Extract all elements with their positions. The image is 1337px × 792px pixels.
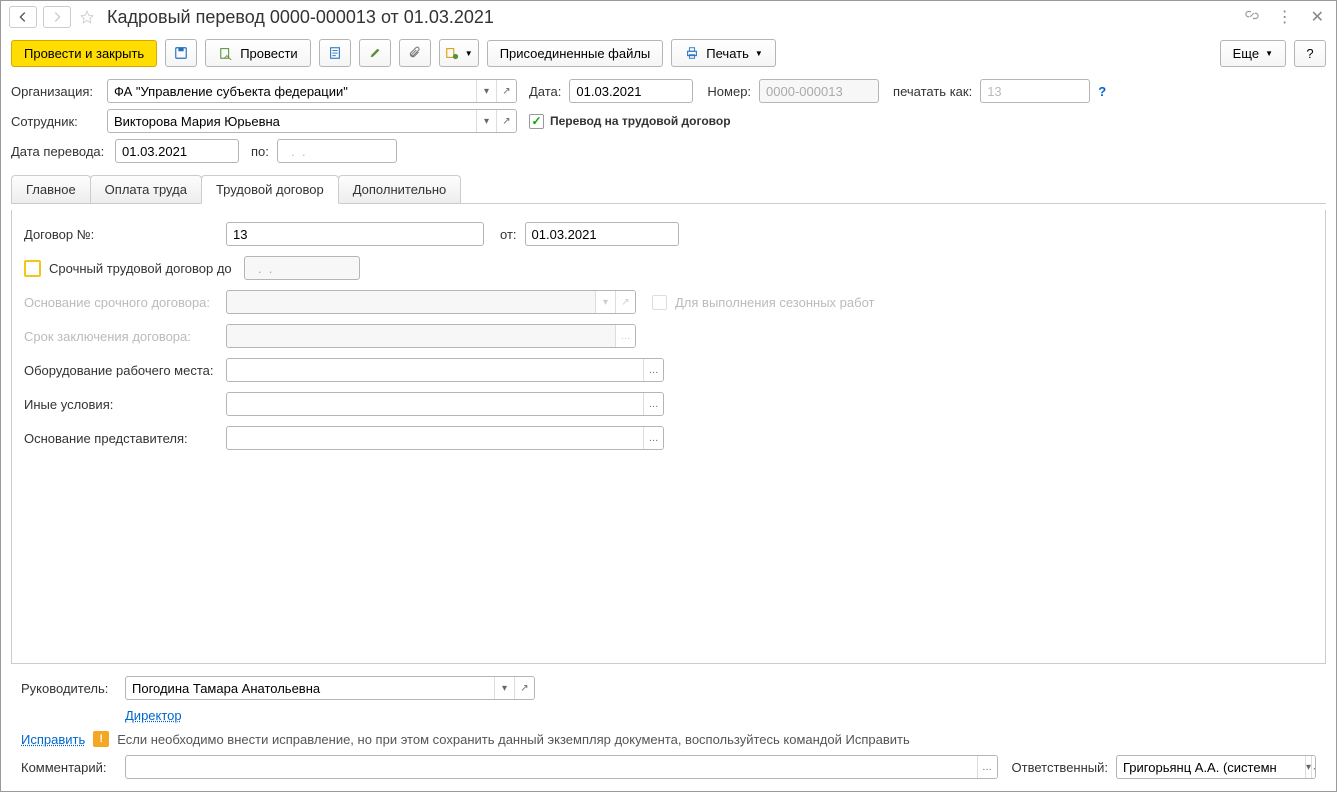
open-icon[interactable]: ↗ [1311, 756, 1316, 778]
window-title: Кадровый перевод 0000-000013 от 01.03.20… [107, 7, 1235, 28]
other-input[interactable]: … [226, 392, 664, 416]
edit-button[interactable] [359, 39, 391, 67]
rep-basis-input[interactable]: … [226, 426, 664, 450]
open-icon[interactable]: ↗ [496, 110, 516, 132]
tabs: Главное Оплата труда Трудовой договор До… [11, 175, 1326, 204]
fixed-term-checkbox[interactable] [24, 260, 41, 277]
date-input[interactable]: 📅 [569, 79, 693, 103]
post-button[interactable]: Провести [205, 39, 311, 67]
print-button[interactable]: Печать ▼ [671, 39, 776, 67]
ellipsis-icon[interactable]: … [977, 756, 997, 778]
link-icon[interactable] [1241, 6, 1263, 29]
pencil-icon [367, 45, 383, 61]
tab-salary[interactable]: Оплата труда [90, 175, 202, 203]
tab-main[interactable]: Главное [11, 175, 91, 203]
basis-icon [445, 45, 459, 61]
employee-input[interactable]: ▾ ↗ [107, 109, 517, 133]
save-icon [173, 45, 189, 61]
open-icon[interactable]: ↗ [514, 677, 534, 699]
contract-num-label: Договор №: [24, 227, 218, 242]
other-label: Иные условия: [24, 397, 218, 412]
chevron-down-icon: ▼ [1265, 49, 1273, 58]
checkbox-checked-icon: ✓ [529, 114, 544, 129]
fixed-term-date-input: 📅 [244, 256, 360, 280]
help-button[interactable]: ? [1294, 40, 1326, 67]
org-label: Организация: [11, 84, 99, 99]
help-link[interactable]: ? [1098, 84, 1106, 99]
document-button[interactable] [319, 39, 351, 67]
comment-label: Комментарий: [21, 760, 117, 775]
term-input: … [226, 324, 636, 348]
chevron-down-icon: ▼ [755, 49, 763, 58]
basis-input: ▾ ↗ [226, 290, 636, 314]
comment-input[interactable]: … [125, 755, 998, 779]
kebab-icon[interactable]: ⋮ [1273, 5, 1297, 29]
from-date-input[interactable]: 📅 [525, 222, 679, 246]
manager-label: Руководитель: [21, 681, 117, 696]
attachments-button[interactable]: Присоединенные файлы [487, 40, 664, 67]
date-label: Дата: [529, 84, 561, 99]
dropdown-icon[interactable]: ▾ [494, 677, 514, 699]
manager-position-link[interactable]: Директор [125, 708, 182, 723]
ellipsis-icon[interactable]: … [643, 393, 663, 415]
ellipsis-icon[interactable]: … [643, 359, 663, 381]
number-label: Номер: [707, 84, 751, 99]
to-label: по: [251, 144, 269, 159]
document-icon [327, 45, 343, 61]
seasonal-label: Для выполнения сезонных работ [675, 295, 874, 310]
post-and-close-button[interactable]: Провести и закрыть [11, 40, 157, 67]
ellipsis-icon: … [615, 325, 635, 347]
open-icon[interactable]: ↗ [496, 80, 516, 102]
printer-icon [684, 45, 700, 61]
print-as-label: печатать как: [893, 84, 972, 99]
more-button[interactable]: Еще ▼ [1220, 40, 1286, 67]
equipment-label: Оборудование рабочего места: [24, 363, 218, 378]
favorite-icon[interactable] [77, 7, 97, 27]
create-basis-button[interactable]: ▼ [439, 39, 479, 67]
term-label: Срок заключения договора: [24, 329, 218, 344]
chevron-down-icon: ▼ [465, 49, 473, 58]
number-input [759, 79, 879, 103]
equipment-input[interactable]: … [226, 358, 664, 382]
transfer-date-input[interactable]: 📅 [115, 139, 239, 163]
close-icon[interactable]: ✕ [1307, 5, 1328, 29]
manager-input[interactable]: ▾ ↗ [125, 676, 535, 700]
ellipsis-icon[interactable]: … [643, 427, 663, 449]
seasonal-checkbox [652, 295, 667, 310]
paperclip-icon [407, 45, 423, 61]
from-label: от: [500, 227, 517, 242]
forward-button[interactable] [43, 6, 71, 28]
to-date-input[interactable]: 📅 [277, 139, 397, 163]
print-as-input[interactable] [980, 79, 1090, 103]
transfer-contract-checkbox[interactable]: ✓ Перевод на трудовой договор [529, 114, 731, 129]
tab-extra[interactable]: Дополнительно [338, 175, 462, 203]
save-button[interactable] [165, 39, 197, 67]
dropdown-icon[interactable]: ▾ [476, 110, 496, 132]
tab-contract[interactable]: Трудовой договор [201, 175, 339, 204]
fixed-term-label: Срочный трудовой договор до [49, 261, 232, 276]
responsible-label: Ответственный: [1012, 760, 1108, 775]
dropdown-icon[interactable]: ▾ [476, 80, 496, 102]
transfer-date-label: Дата перевода: [11, 144, 107, 159]
warning-icon: ! [93, 731, 109, 747]
basis-label: Основание срочного договора: [24, 295, 218, 310]
rep-basis-label: Основание представителя: [24, 431, 218, 446]
correct-link[interactable]: Исправить [21, 732, 85, 747]
responsible-input[interactable]: ▾ ↗ [1116, 755, 1316, 779]
org-input[interactable]: ▾ ↗ [107, 79, 517, 103]
employee-label: Сотрудник: [11, 114, 99, 129]
correct-text: Если необходимо внести исправление, но п… [117, 732, 909, 747]
back-button[interactable] [9, 6, 37, 28]
open-icon: ↗ [615, 291, 635, 313]
attach-button[interactable] [399, 39, 431, 67]
dropdown-icon: ▾ [595, 291, 615, 313]
post-icon [218, 45, 234, 61]
contract-num-input[interactable] [226, 222, 484, 246]
